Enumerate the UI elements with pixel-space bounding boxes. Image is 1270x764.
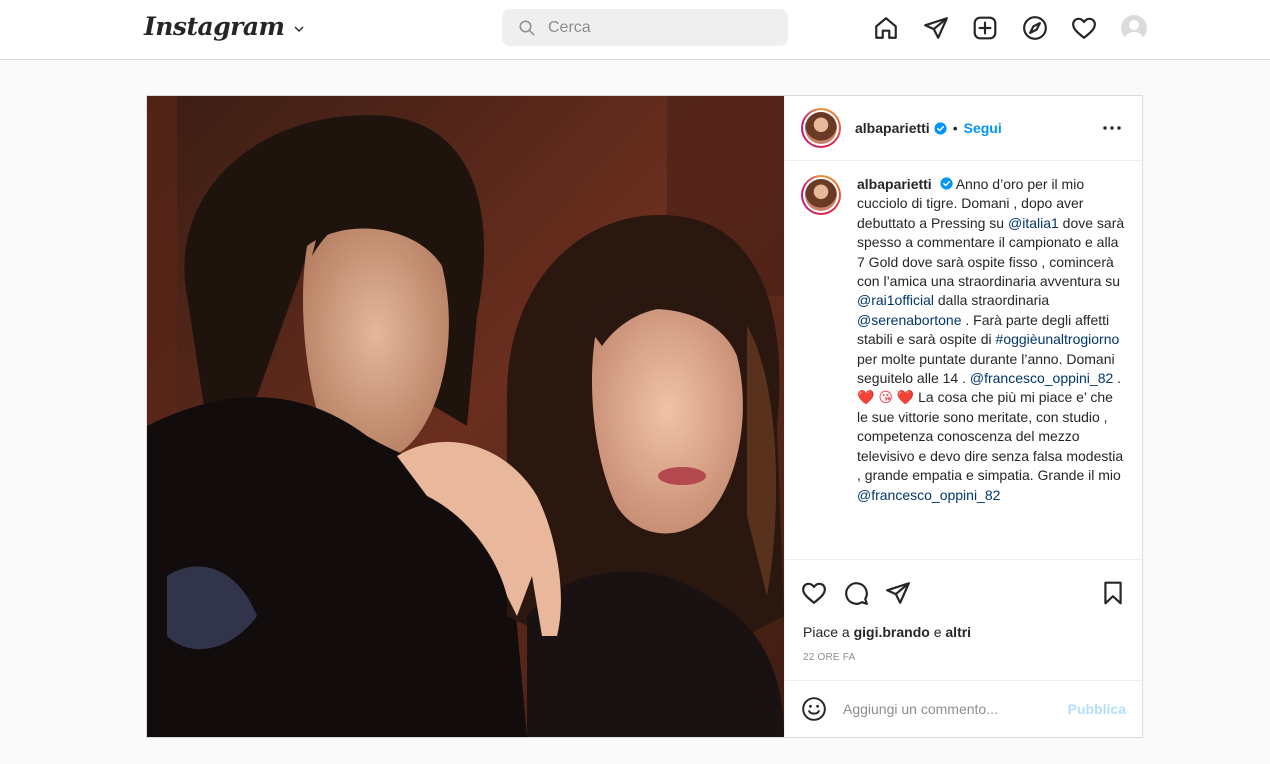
direct-icon <box>923 17 948 39</box>
bookmark-icon <box>1104 581 1122 605</box>
new-post-icon <box>973 16 997 40</box>
mention-link[interactable]: @serenabortone <box>857 312 962 328</box>
like-button[interactable] <box>793 572 835 614</box>
activity-button[interactable] <box>1068 12 1100 44</box>
share-button[interactable] <box>877 572 919 614</box>
post-photo[interactable] <box>147 96 784 737</box>
search-icon <box>519 20 535 35</box>
direct-icon <box>886 582 910 604</box>
mention-link[interactable]: @italia1 <box>1008 215 1059 231</box>
chevron-down-icon <box>294 26 303 32</box>
caption-area[interactable]: albaparietti Anno d’oro per il mio cucci… <box>785 161 1142 559</box>
avatar <box>805 112 837 144</box>
emoji-icon[interactable] <box>801 696 827 722</box>
instagram-logo[interactable]: Instagram <box>144 12 305 41</box>
follow-button[interactable]: Segui <box>964 120 1002 136</box>
comment-button[interactable] <box>835 572 877 614</box>
liker-username[interactable]: gigi.brando <box>854 624 930 640</box>
heart-icon <box>802 582 826 604</box>
post-username[interactable]: albaparietti <box>855 120 930 136</box>
search-input[interactable] <box>548 18 768 37</box>
comment-icon <box>845 582 868 605</box>
verified-badge-icon <box>934 121 947 135</box>
mention-link[interactable]: @francesco_oppini_82 <box>857 487 1000 503</box>
post-sidebar: albaparietti • Segui albaparietti Anno d… <box>784 96 1142 737</box>
logo-text: Instagram <box>144 12 285 41</box>
emoji-hearts: ❤️ 😘 ❤️ <box>857 389 915 406</box>
caption-segment: . <box>1113 370 1122 387</box>
explore-button[interactable] <box>1019 12 1051 44</box>
likes-summary: Piace a gigi.brando e altri <box>803 624 972 640</box>
comment-bar: Pubblica <box>785 680 1142 736</box>
nav-icons <box>870 12 1167 44</box>
heart-icon <box>1072 17 1096 39</box>
avatar <box>1120 15 1147 41</box>
home-button[interactable] <box>870 12 902 44</box>
top-navigation-bar: Instagram <box>0 0 1270 60</box>
home-icon <box>875 17 897 39</box>
more-options-icon[interactable] <box>1102 118 1122 138</box>
likes-others-link[interactable]: altri <box>945 624 971 640</box>
comment-input[interactable] <box>843 700 1043 717</box>
explore-icon <box>1022 16 1047 40</box>
caption-username[interactable]: albaparietti <box>857 176 932 192</box>
save-button[interactable] <box>1092 572 1134 614</box>
publish-button[interactable]: Pubblica <box>1068 701 1126 717</box>
story-ring[interactable] <box>801 108 841 148</box>
post-timestamp[interactable]: 22 ORE FA <box>803 652 855 663</box>
post-header: albaparietti • Segui <box>785 96 1142 161</box>
default-avatar-icon <box>1124 20 1143 41</box>
caption-story-ring[interactable] <box>801 175 841 215</box>
direct-messages-button[interactable] <box>920 12 952 44</box>
caption-avatar <box>805 179 837 211</box>
post-actions: Piace a gigi.brando e altri 22 ORE FA Pu… <box>785 559 1142 737</box>
post-image <box>147 96 784 737</box>
mention-link[interactable]: @francesco_oppini_82 <box>970 370 1113 386</box>
hashtag-link[interactable]: #oggièunaltrogiorno <box>996 331 1120 347</box>
search-box[interactable] <box>502 9 788 46</box>
new-post-button[interactable] <box>969 12 1001 44</box>
separator-dot: • <box>952 120 958 136</box>
caption-text: albaparietti Anno d’oro per il mio cucci… <box>857 175 1126 505</box>
mention-link[interactable]: @rai1official <box>857 292 934 308</box>
verified-badge-icon <box>940 177 953 190</box>
post-card: albaparietti • Segui albaparietti Anno d… <box>146 95 1143 738</box>
caption-segment: dalla straordinaria <box>934 292 1050 309</box>
profile-button[interactable] <box>1118 12 1150 44</box>
